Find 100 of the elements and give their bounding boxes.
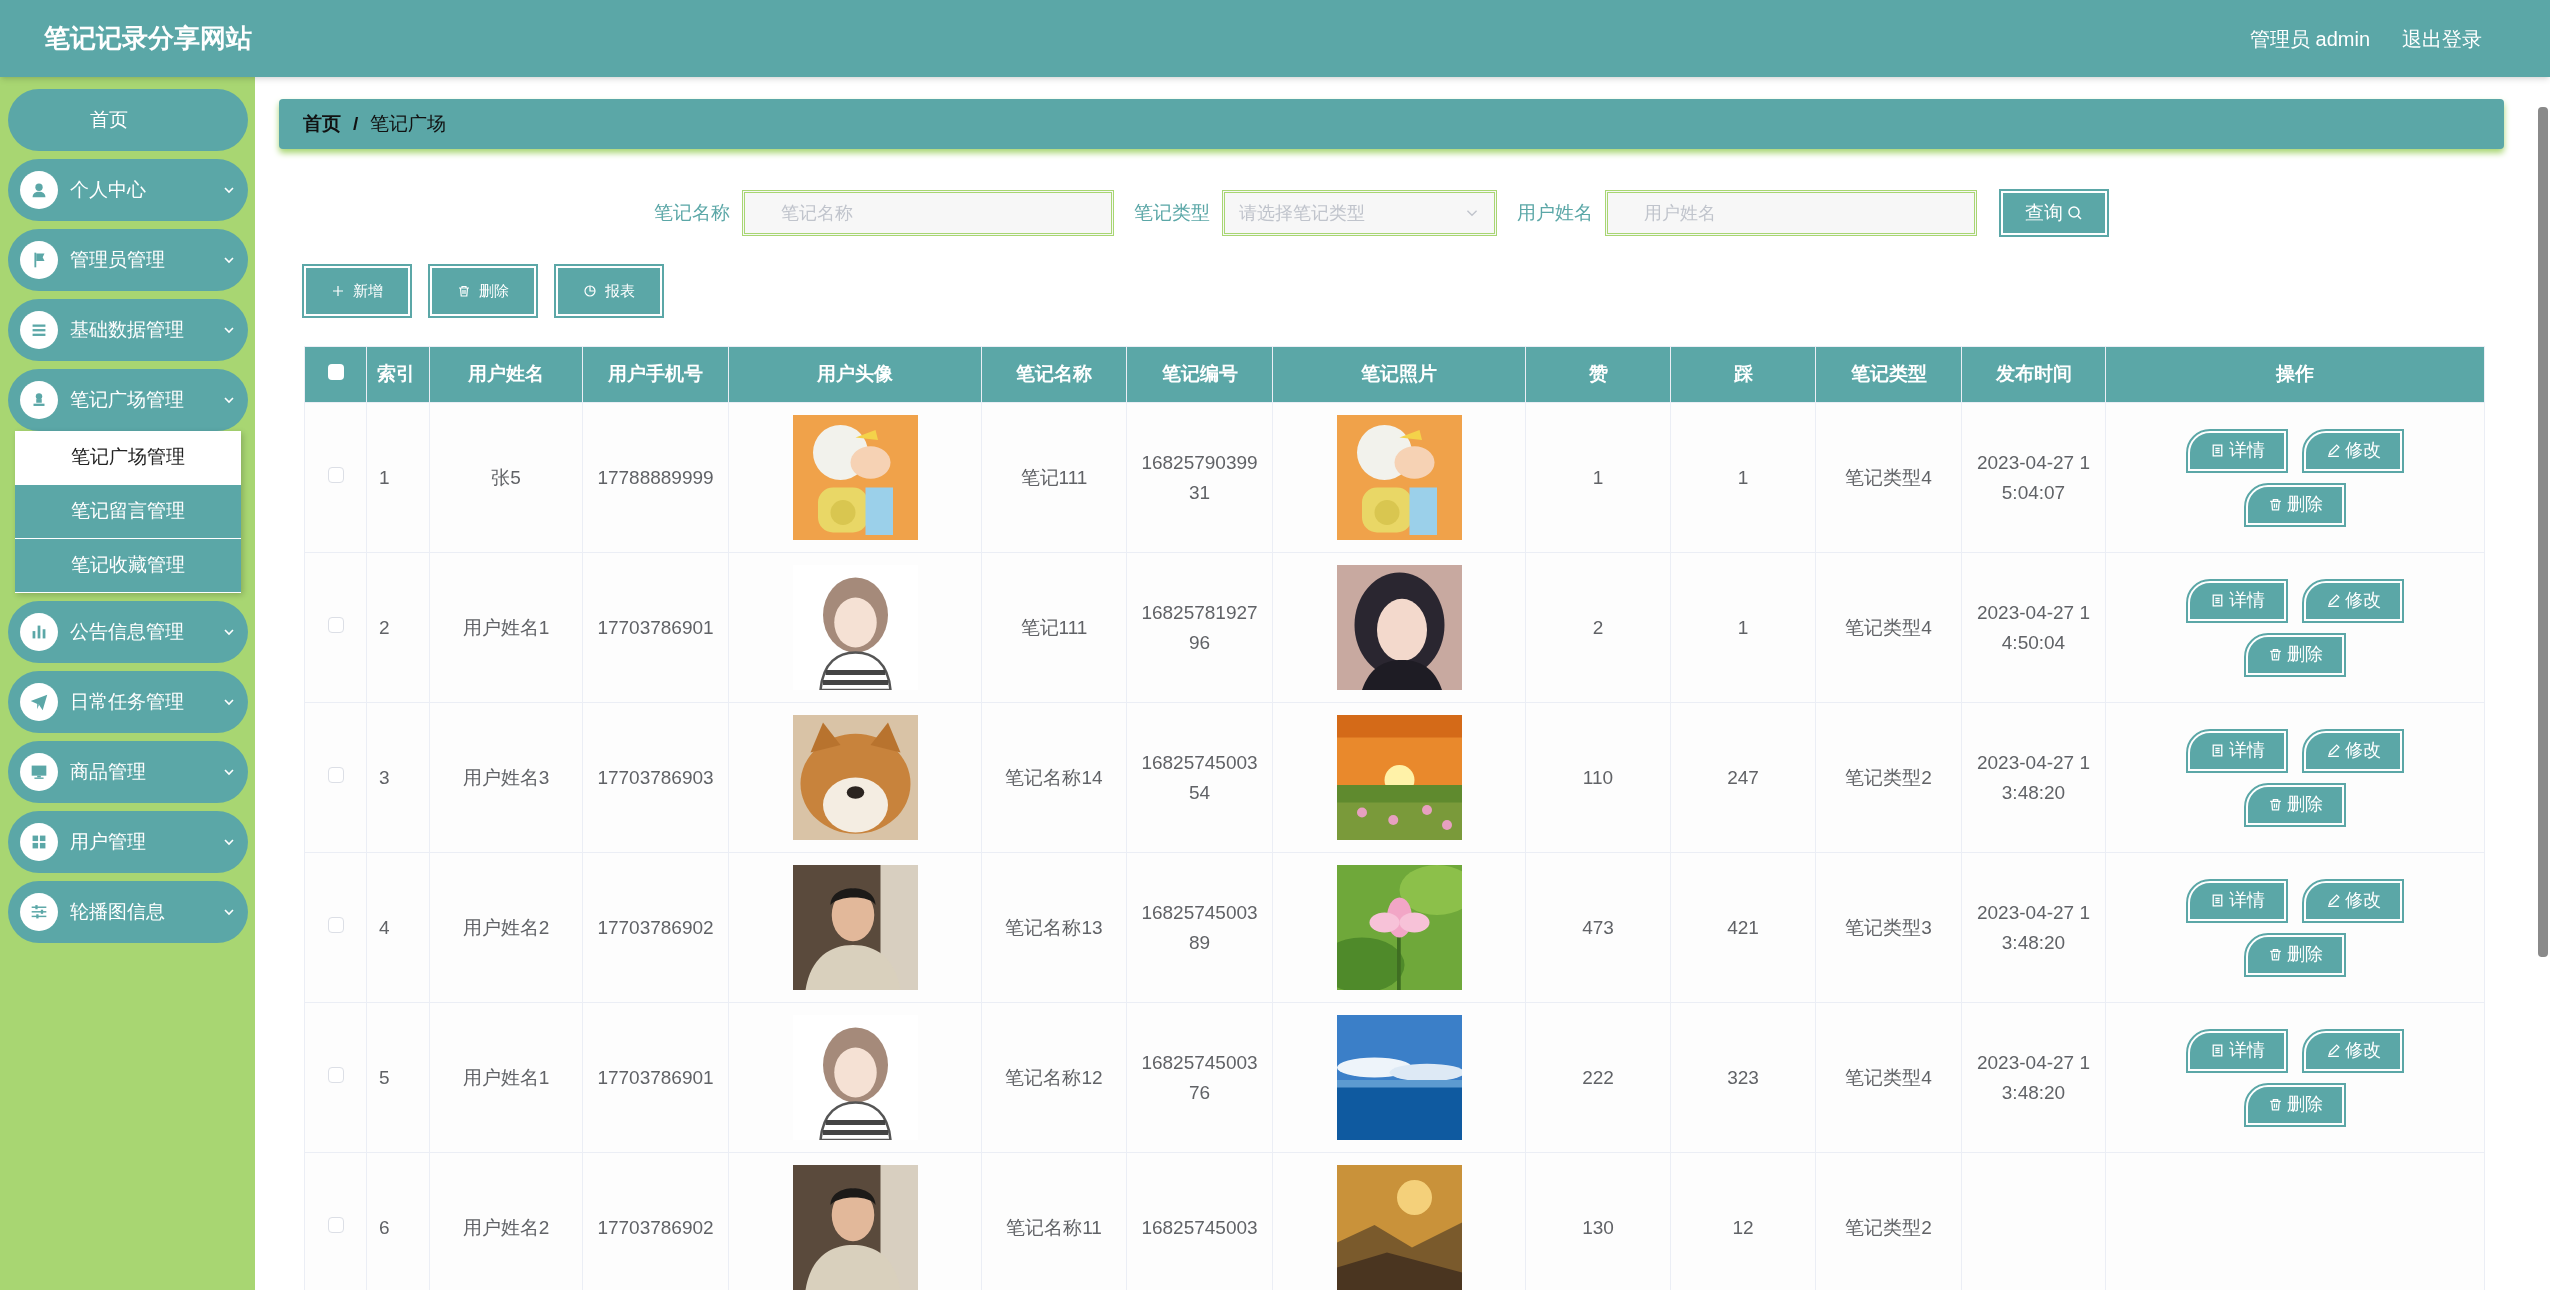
table-cell-text: 用户姓名2 <box>461 1215 551 1240</box>
edit-button[interactable]: 修改 <box>2304 730 2402 771</box>
table-cell-text: 2023-04-27 13:48:20 <box>1975 1050 2091 1105</box>
sidebar-item[interactable]: 公告信息管理 <box>8 601 248 663</box>
table-cell-text: 17703786901 <box>596 615 715 640</box>
column-header: 笔记照片 <box>1272 346 1526 403</box>
add-button[interactable]: 新增 <box>304 266 410 316</box>
sidebar-item[interactable]: 商品管理 <box>8 741 248 803</box>
column-header: 用户手机号 <box>582 346 729 403</box>
sidebar-item[interactable]: 管理员管理 <box>8 229 248 291</box>
query-button[interactable]: 查询 <box>2001 191 2107 235</box>
column-header: 赞 <box>1525 346 1671 403</box>
pencil-icon <box>2325 743 2341 758</box>
trash-icon <box>2267 797 2283 812</box>
table-cell-text: 笔记类型4 <box>1844 465 1933 490</box>
edit-button[interactable]: 修改 <box>2304 430 2402 471</box>
delete-button[interactable]: 删除 <box>2246 484 2344 525</box>
table-cell-text: 2 <box>1591 615 1605 640</box>
table-cell-text: 421 <box>1726 915 1760 940</box>
logout-link[interactable]: 退出登录 <box>2402 23 2482 54</box>
details-button[interactable]: 详情 <box>2188 1030 2286 1071</box>
trash-icon <box>2267 647 2283 662</box>
row-checkbox[interactable] <box>327 467 344 484</box>
table-cell-text: 2023-04-27 15:04:07 <box>1975 450 2091 505</box>
scrollbar-thumb[interactable] <box>2538 107 2548 957</box>
table-cell-text: 用户姓名2 <box>461 915 551 940</box>
table-cell-text: 2023-04-27 14:50:04 <box>1975 600 2091 655</box>
details-button[interactable]: 详情 <box>2188 880 2286 921</box>
edit-button[interactable]: 修改 <box>2304 580 2402 621</box>
trash-icon <box>2267 497 2283 512</box>
breadcrumb-separator: / <box>353 111 359 136</box>
monitor-icon <box>20 753 58 791</box>
table-cell-text: 2 <box>379 615 391 640</box>
user-stamp-icon <box>20 381 58 419</box>
submenu-item[interactable]: 笔记广场管理 <box>15 431 241 485</box>
table-cell-text: 5 <box>379 1065 391 1090</box>
delete-button[interactable]: 删除 <box>2246 1084 2344 1125</box>
admin-label: 管理员 admin <box>2249 26 2370 52</box>
table-cell-text: 2023-04-27 13:48:20 <box>1975 900 2091 955</box>
column-header: 笔记编号 <box>1126 346 1273 403</box>
table-cell-text: 1682579039931 <box>1140 450 1259 505</box>
column-header: 索引 <box>366 346 430 403</box>
row-checkbox[interactable] <box>327 917 344 934</box>
table-cell-text: 1682578192796 <box>1140 600 1259 655</box>
delete-button[interactable]: 删除 <box>2246 634 2344 675</box>
table-cell-text: 1682574500376 <box>1140 1050 1259 1105</box>
sidebar-item[interactable]: 个人中心 <box>8 159 248 221</box>
pencil-icon <box>2325 1043 2341 1058</box>
table-cell-text: 6 <box>379 1215 391 1240</box>
person-icon <box>20 171 58 209</box>
edit-button[interactable]: 修改 <box>2304 1030 2402 1071</box>
details-button[interactable]: 详情 <box>2188 580 2286 621</box>
details-button[interactable]: 详情 <box>2188 430 2286 471</box>
table-cell-text: 247 <box>1726 765 1760 790</box>
table-cell-text: 1 <box>1736 615 1750 640</box>
table-cell-text: 1682574500354 <box>1140 750 1259 805</box>
table-cell-text: 用户姓名1 <box>461 1065 551 1090</box>
delete-button[interactable]: 删除 <box>430 266 536 316</box>
field-label: 笔记类型 <box>1134 200 1210 225</box>
table-cell-text: 1 <box>1736 465 1750 490</box>
pie-chart-icon <box>583 284 597 298</box>
table-cell-text: 笔记111 <box>1019 465 1089 490</box>
table-cell-text: 笔记类型3 <box>1844 915 1933 940</box>
paper-plane-icon <box>20 683 58 721</box>
sidebar-item[interactable]: 首页 <box>8 89 248 151</box>
details-button[interactable]: 详情 <box>2188 730 2286 771</box>
submenu-item[interactable]: 笔记留言管理 <box>15 485 241 539</box>
sidebar-item[interactable]: 笔记广场管理 <box>8 369 248 431</box>
sidebar-item[interactable]: 轮播图信息 <box>8 881 248 943</box>
sidebar-item[interactable]: 基础数据管理 <box>8 299 248 361</box>
row-checkbox[interactable] <box>327 617 344 634</box>
trash-icon <box>2267 947 2283 962</box>
table-cell-text: 17703786902 <box>596 915 715 940</box>
edit-button[interactable]: 修改 <box>2304 880 2402 921</box>
sidebar-item[interactable]: 用户管理 <box>8 811 248 873</box>
table-cell-text: 3 <box>379 765 391 790</box>
breadcrumb-link[interactable]: 首页 <box>303 109 341 139</box>
table-cell-text: 笔记类型2 <box>1844 1215 1933 1240</box>
table-cell-text: 17703786901 <box>596 1065 715 1090</box>
table-cell-text: 笔记111 <box>1019 615 1089 640</box>
report-button[interactable]: 报表 <box>556 266 662 316</box>
delete-button[interactable]: 删除 <box>2246 934 2344 975</box>
row-checkbox[interactable] <box>327 767 344 784</box>
row-checkbox[interactable] <box>327 1217 344 1234</box>
table-cell-text: 110 <box>1581 765 1615 790</box>
row-checkbox[interactable] <box>327 1067 344 1084</box>
sidebar-item[interactable]: 日常任务管理 <box>8 671 248 733</box>
field-label: 笔记名称 <box>654 200 730 225</box>
table-cell-text: 1 <box>1591 465 1605 490</box>
table-cell-text: 笔记名称14 <box>1004 765 1104 790</box>
sliders-icon <box>20 893 58 931</box>
submenu-item[interactable]: 笔记收藏管理 <box>15 539 241 593</box>
column-header: 踩 <box>1670 346 1816 403</box>
column-header: 用户姓名 <box>429 346 583 403</box>
table-cell-text: 473 <box>1581 915 1615 940</box>
table-cell-text: 17703786902 <box>596 1215 715 1240</box>
column-header: 笔记名称 <box>981 346 1127 403</box>
search-icon <box>2067 205 2083 221</box>
select-all-checkbox[interactable] <box>327 364 344 381</box>
delete-button[interactable]: 删除 <box>2246 784 2344 825</box>
